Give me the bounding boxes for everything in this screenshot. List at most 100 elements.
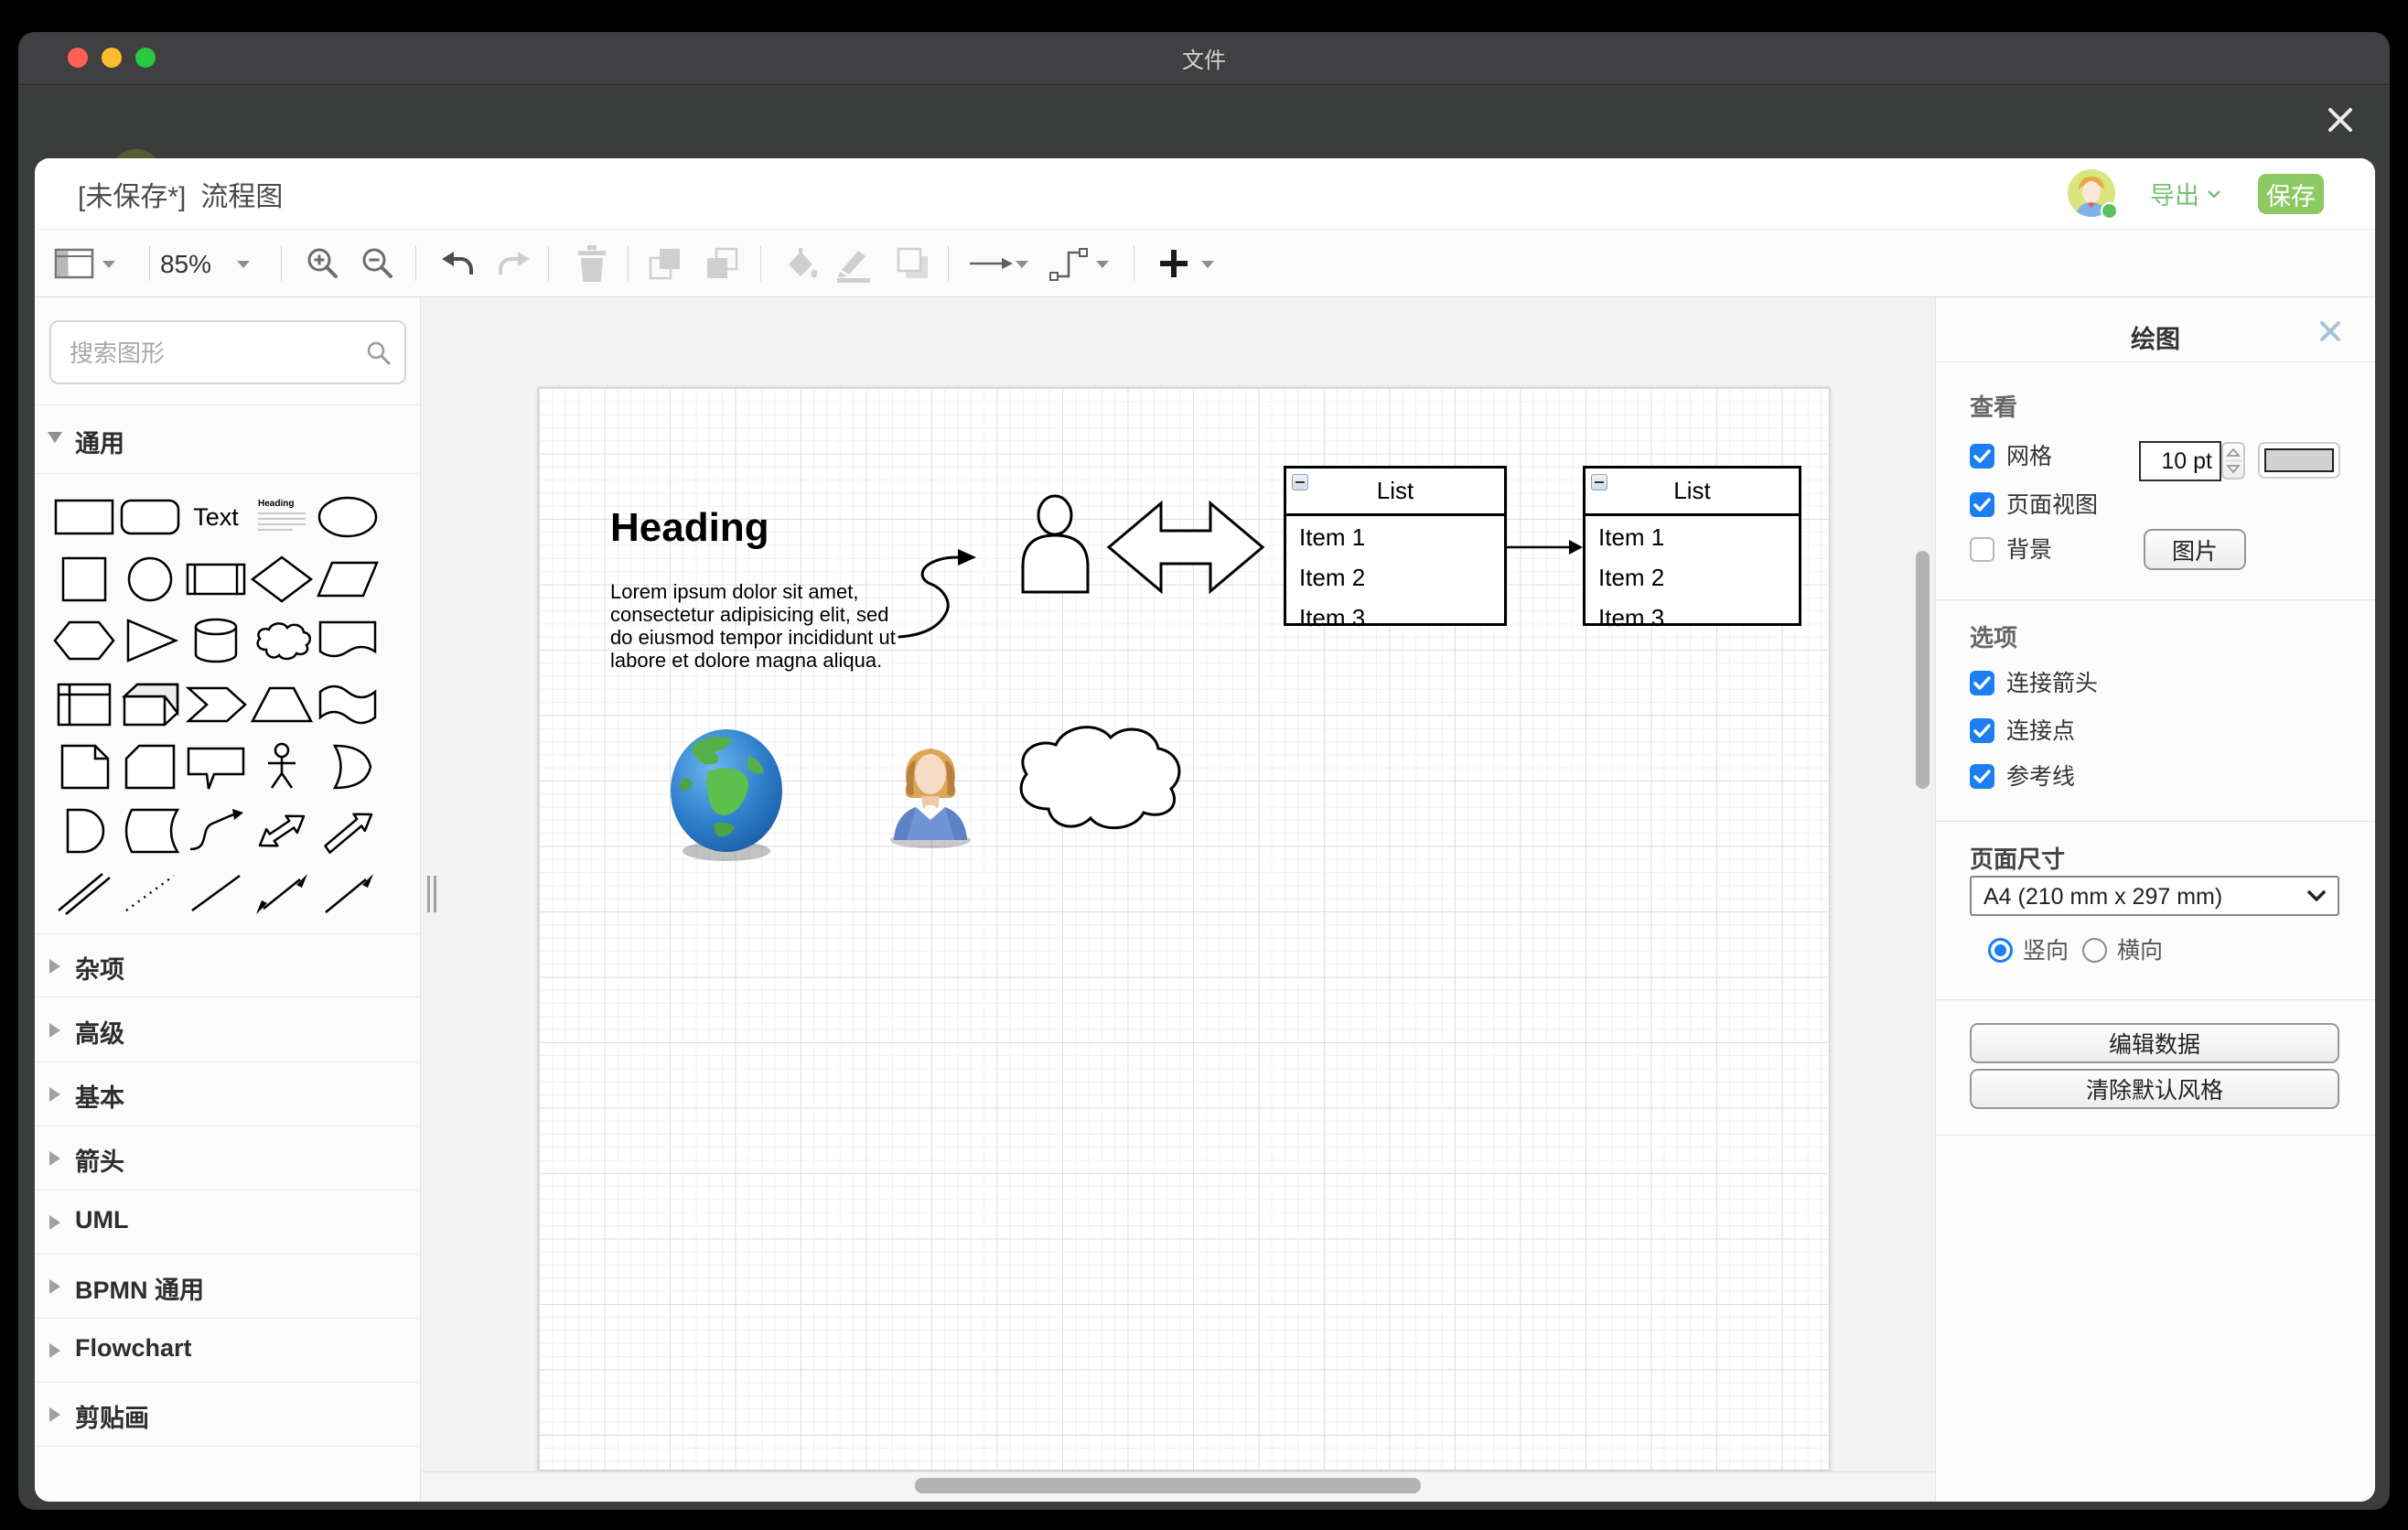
heading-shape[interactable]: Heading bbox=[610, 505, 769, 551]
shape-data-storage[interactable] bbox=[117, 805, 183, 857]
shape-callout[interactable] bbox=[183, 741, 249, 792]
zoom-level[interactable]: 85% bbox=[155, 250, 217, 279]
list-shape-2[interactable]: List Item 1 Item 2 Item 3 bbox=[1583, 466, 1801, 626]
zoom-in-icon[interactable] bbox=[305, 245, 341, 282]
zoom-out-icon[interactable] bbox=[360, 245, 396, 282]
sidebar-resize-handle[interactable] bbox=[427, 876, 438, 912]
person-shape[interactable] bbox=[1016, 493, 1092, 596]
delete-icon[interactable] bbox=[576, 245, 607, 282]
shape-arrow[interactable] bbox=[315, 805, 381, 857]
redo-icon[interactable] bbox=[497, 250, 532, 277]
insert-caret-icon[interactable] bbox=[1200, 259, 1215, 269]
shape-tape[interactable] bbox=[315, 679, 381, 730]
to-back-icon[interactable] bbox=[705, 247, 738, 280]
sidebar-category-clipart[interactable]: 剪贴画 bbox=[35, 1383, 421, 1447]
portrait-radio[interactable] bbox=[1988, 938, 2013, 963]
list-item[interactable]: Item 3 bbox=[1299, 601, 1365, 634]
curved-arrow-shape[interactable] bbox=[887, 544, 987, 649]
shape-circle[interactable] bbox=[117, 554, 183, 605]
shape-dotted-line[interactable] bbox=[117, 867, 183, 918]
shape-note[interactable] bbox=[51, 741, 117, 792]
shape-square[interactable] bbox=[51, 554, 117, 605]
shape-trapezoid[interactable] bbox=[249, 679, 315, 730]
waypoint-caret-icon[interactable] bbox=[1095, 259, 1110, 269]
double-arrow-shape[interactable] bbox=[1106, 497, 1265, 598]
connection-points-checkbox[interactable] bbox=[1970, 718, 1994, 743]
shape-link[interactable] bbox=[51, 867, 117, 918]
sidebar-category-uml[interactable]: UML bbox=[35, 1191, 421, 1255]
clear-default-style-button[interactable]: 清除默认风格 bbox=[1970, 1069, 2339, 1109]
section-general[interactable]: 通用 bbox=[35, 404, 421, 473]
shape-textbox[interactable]: Heading bbox=[249, 491, 315, 543]
export-button[interactable]: 导出 bbox=[2150, 158, 2221, 229]
shape-cube[interactable] bbox=[117, 679, 183, 730]
search-input[interactable] bbox=[68, 322, 355, 384]
page-view-checkbox[interactable] bbox=[1970, 492, 1994, 517]
list-item[interactable]: Item 1 bbox=[1299, 521, 1365, 554]
globe-clipart[interactable] bbox=[667, 725, 786, 864]
sidebar-category-arrows[interactable]: 箭头 bbox=[35, 1126, 421, 1191]
connector-arrow[interactable] bbox=[1507, 534, 1584, 560]
shape-cloud[interactable] bbox=[249, 615, 315, 666]
vertical-scrollbar[interactable] bbox=[1916, 551, 1930, 789]
panel-close-icon[interactable] bbox=[2318, 319, 2342, 343]
shape-hexagon[interactable] bbox=[51, 615, 117, 666]
shape-parallelogram[interactable] bbox=[315, 554, 381, 605]
list-item[interactable]: Item 1 bbox=[1598, 521, 1664, 554]
sidebar-category-advanced[interactable]: 高级 bbox=[35, 998, 421, 1062]
list-shape-1[interactable]: List Item 1 Item 2 Item 3 bbox=[1284, 466, 1507, 626]
shape-step[interactable] bbox=[183, 679, 249, 730]
connection-caret-icon[interactable] bbox=[1015, 259, 1029, 269]
insert-icon[interactable] bbox=[1158, 248, 1189, 279]
shape-rectangle[interactable] bbox=[51, 491, 117, 543]
to-front-icon[interactable] bbox=[649, 247, 682, 280]
shape-triangle[interactable] bbox=[117, 615, 183, 666]
shape-process[interactable] bbox=[183, 554, 249, 605]
waypoint-style-icon[interactable] bbox=[1048, 245, 1089, 282]
list-item[interactable]: Item 2 bbox=[1598, 561, 1664, 594]
grid-size-stepper[interactable] bbox=[2221, 442, 2245, 479]
shape-curve[interactable] bbox=[183, 805, 249, 857]
collapse-minus-icon[interactable] bbox=[1591, 474, 1607, 490]
close-icon[interactable] bbox=[2326, 105, 2355, 135]
save-button[interactable]: 保存 bbox=[2258, 174, 2324, 214]
shape-and[interactable] bbox=[51, 805, 117, 857]
page-size-select[interactable]: A4 (210 mm x 297 mm) bbox=[1970, 876, 2339, 916]
shape-cylinder[interactable] bbox=[183, 615, 249, 666]
canvas[interactable]: Heading Lorem ipsum dolor sit amet, cons… bbox=[421, 297, 1935, 1502]
background-checkbox[interactable] bbox=[1970, 537, 1994, 562]
sidebar-category-misc[interactable]: 杂项 bbox=[35, 933, 421, 997]
shape-text[interactable]: Text bbox=[183, 491, 249, 543]
undo-icon[interactable] bbox=[440, 250, 475, 277]
cloud-shape[interactable] bbox=[1001, 716, 1193, 848]
shape-directional-connector[interactable] bbox=[315, 867, 381, 918]
shape-actor[interactable] bbox=[249, 741, 315, 792]
shape-or[interactable] bbox=[315, 741, 381, 792]
sidebar-category-basic[interactable]: 基本 bbox=[35, 1062, 421, 1126]
shape-rounded-rectangle[interactable] bbox=[117, 491, 183, 543]
grid-size-input[interactable] bbox=[2139, 441, 2221, 481]
list-item[interactable]: Item 2 bbox=[1299, 561, 1365, 594]
grid-checkbox[interactable] bbox=[1970, 444, 1994, 469]
drawing-page[interactable]: Heading Lorem ipsum dolor sit amet, cons… bbox=[538, 387, 1830, 1471]
shape-bidirectional-arrow[interactable] bbox=[249, 805, 315, 857]
horizontal-scrollbar[interactable] bbox=[915, 1478, 1421, 1493]
connection-style-icon[interactable] bbox=[970, 254, 1014, 273]
edit-data-button[interactable]: 编辑数据 bbox=[1970, 1023, 2339, 1063]
search-icon[interactable] bbox=[366, 340, 392, 366]
connection-arrows-checkbox[interactable] bbox=[1970, 671, 1994, 695]
shape-bidirectional-connector[interactable] bbox=[249, 867, 315, 918]
zoom-caret-icon[interactable] bbox=[236, 259, 251, 269]
grid-color-swatch[interactable] bbox=[2258, 442, 2340, 479]
shape-internal-storage[interactable] bbox=[51, 679, 117, 730]
woman-clipart[interactable] bbox=[879, 738, 982, 849]
guides-checkbox[interactable] bbox=[1970, 764, 1994, 789]
background-image-button[interactable]: 图片 bbox=[2144, 529, 2246, 570]
shape-document[interactable] bbox=[315, 615, 381, 666]
list-item[interactable]: Item 3 bbox=[1598, 601, 1664, 634]
line-color-icon[interactable] bbox=[834, 246, 875, 283]
shadow-icon[interactable] bbox=[896, 247, 930, 280]
sidebar-category-flowchart[interactable]: Flowchart bbox=[35, 1319, 421, 1383]
avatar[interactable] bbox=[2068, 169, 2115, 217]
shape-card[interactable] bbox=[117, 741, 183, 792]
